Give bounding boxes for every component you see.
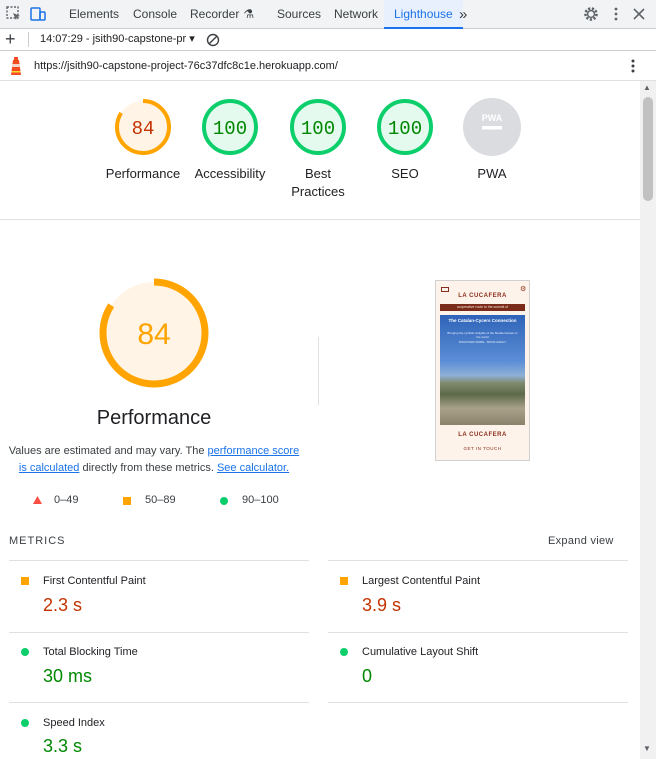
desc-text-2: directly from these metrics. [79,462,217,474]
tab-elements[interactable]: Elements [69,0,119,29]
scroll-down-arrow-icon[interactable]: ▼ [643,744,651,753]
gauge-label: Accessibility [194,166,266,181]
gear-icon[interactable] [582,5,600,23]
gauge-seo[interactable]: 100 SEO [355,97,455,183]
pass-circle-icon [21,648,29,656]
gauge-score: 100 [213,118,247,140]
tab-console[interactable]: Console [133,0,177,29]
more-tabs-chevron-icon[interactable]: » [459,0,467,29]
clear-reports-icon[interactable] [205,32,221,48]
inspect-element-icon[interactable] [5,5,23,23]
legend-average: 50–89 [145,494,176,506]
metrics-divider [328,632,628,633]
toolbar-divider [28,32,29,47]
tab-lighthouse[interactable]: Lighthouse [384,0,463,29]
metric-cls-value: 0 [362,666,373,686]
gauge-ring: 100 [377,99,433,155]
performance-gauge-large: 84 [99,278,209,388]
lighthouse-report: 84 Performance 100 Accessibility 100 Bes… [0,81,640,759]
metric-cls-name: Cumulative Layout Shift [362,646,479,658]
metrics-divider [328,560,628,561]
metrics-divider [9,632,309,633]
metric-fcp-name: First Contentful Paint [43,575,146,587]
metrics-divider [9,702,309,703]
metrics-divider [9,560,309,561]
gauge-label: PWA [477,166,507,181]
tab-network[interactable]: Network [334,0,378,29]
pwa-badge-text: PWA [482,113,503,123]
thumb-hero-photo: The Catalan-Cycers Connection Bringing t… [440,315,525,425]
gauge-performance[interactable]: 84 Performance [93,97,193,183]
metrics-divider [328,702,628,703]
vertical-divider [318,337,319,405]
desc-text-1: Values are estimated and may vary. The [8,445,208,457]
close-devtools-icon[interactable] [630,5,648,23]
gauge-label: Performance [105,166,181,181]
metric-si-value: 3.3 s [43,736,83,756]
expand-view-toggle[interactable]: Expand view [548,535,614,547]
score-gauges: 84 Performance 100 Accessibility 100 Bes… [0,81,640,220]
see-calculator-link[interactable]: See calculator. [217,462,289,474]
report-more-options-icon[interactable] [628,56,638,76]
pass-circle-icon [220,497,228,505]
performance-description: Values are estimated and may vary. The p… [8,443,300,477]
lighthouse-logo-icon [11,57,21,75]
gauge-ring: 84 [115,99,171,155]
tab-recorder[interactable]: Recorder ⚗ [190,0,254,29]
gauge-score: 100 [388,118,422,140]
average-square-icon [123,497,131,505]
pass-circle-icon [340,648,348,656]
average-square-icon [21,577,29,585]
gauge-label: Best Practices [291,166,345,199]
gauge-best-practices[interactable]: 100 Best Practices [268,97,368,201]
final-screenshot-thumbnail[interactable]: ⚙ LA CUCAFERA cooperative route to the s… [435,280,530,461]
report-select[interactable]: 14:07:29 - jsith90-capstone-pr ▾ [40,32,195,45]
scroll-up-arrow-icon[interactable]: ▲ [643,83,651,92]
metric-fcp-value: 2.3 s [43,595,83,615]
thumb-banner: cooperative route to the summit of [440,304,525,311]
gauge-pwa[interactable]: PWA PWA [442,97,542,183]
report-url: https://jsith90-capstone-project-76c37df… [34,60,338,72]
gauge-ring: 100 [202,99,258,155]
thumb-links: DISCOVER MORE · BOOK EARLY [458,340,507,344]
performance-heading: Performance [96,407,212,429]
gauge-score: 84 [132,118,155,140]
metrics-heading: METRICS [9,535,66,547]
gauge-label: SEO [391,166,419,181]
devtools-tabbar: Elements Console Recorder ⚗ Sources Netwo… [0,0,656,29]
gauge-ring: 100 [290,99,346,155]
experiment-flask-icon: ⚗ [243,7,255,21]
metric-tbt-name: Total Blocking Time [43,646,138,658]
scrollbar-thumb[interactable] [643,97,653,201]
metric-lcp-value: 3.9 s [362,595,402,615]
thumb-subtext: Bringing the cyclistic delights of the M… [447,331,518,339]
legend-pass: 90–100 [242,494,279,506]
thumb-menu-icon: ⚙ [520,286,527,293]
thumb-cta: GET IN TOUCH [463,446,502,451]
gauge-accessibility[interactable]: 100 Accessibility [180,97,280,183]
report-url-bar: https://jsith90-capstone-project-76c37df… [0,51,656,81]
performance-score-large: 84 [137,318,170,351]
metric-si-name: Speed Index [43,717,105,729]
more-options-icon[interactable] [607,5,625,23]
metric-lcp-name: Largest Contentful Paint [362,575,481,587]
thumb-brand: LA CUCAFERA [458,293,507,299]
report-toolbar: + 14:07:29 - jsith90-capstone-pr ▾ [0,29,656,51]
device-toolbar-icon[interactable] [29,5,47,23]
gauge-score: 100 [301,118,335,140]
thumb-headline: The Catalan-Cycers Connection [448,318,517,323]
average-square-icon [340,577,348,585]
tab-sources[interactable]: Sources [277,0,321,29]
thumb-site-logo-icon [441,287,449,292]
pwa-badge-icon: PWA [463,98,521,156]
pass-circle-icon [21,719,29,727]
legend-fail: 0–49 [54,494,79,506]
thumb-brand-footer: LA CUCAFERA [458,432,507,438]
metric-tbt-value: 30 ms [43,666,93,686]
fail-triangle-icon [33,496,42,504]
tab-recorder-label: Recorder [190,7,240,21]
new-report-plus-icon[interactable]: + [5,29,16,49]
